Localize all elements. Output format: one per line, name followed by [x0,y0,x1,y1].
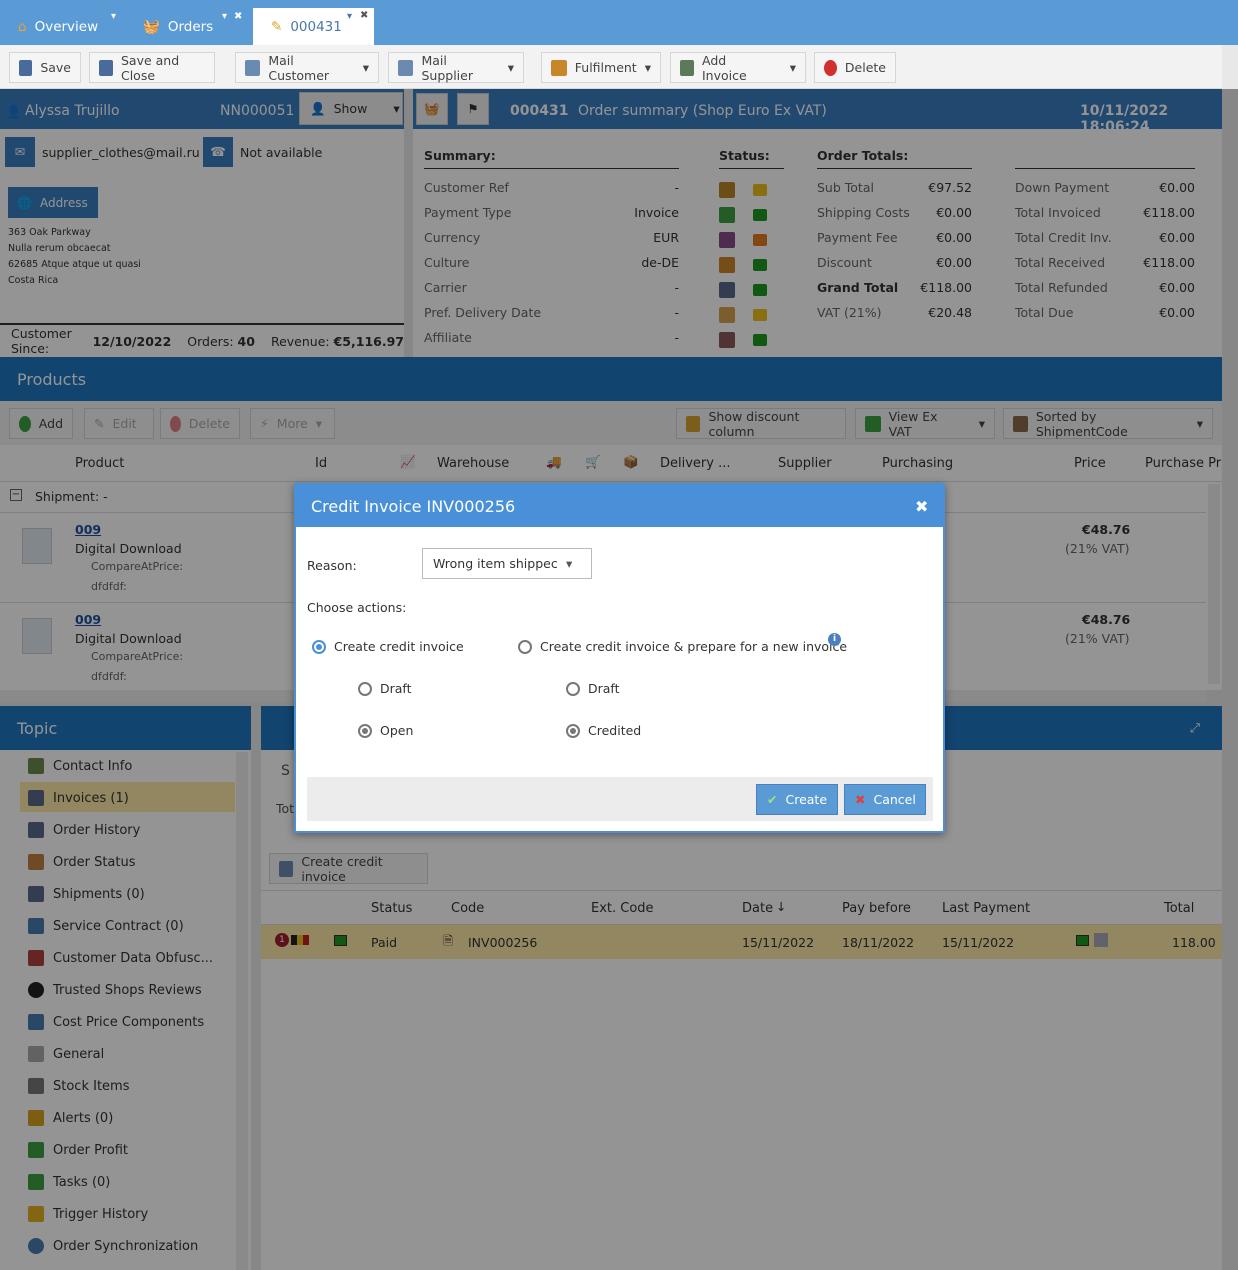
radio-selected[interactable] [566,723,580,738]
chevron-down-icon: ▾ [789,60,796,75]
order-icon: ✎ [271,18,283,35]
option-draft-2[interactable]: Draft [566,681,620,696]
reason-label: Reason: [307,558,357,573]
choose-actions-label: Choose actions: [307,600,407,615]
chevron-down-icon: ▾ [362,60,369,75]
credit-invoice-dialog: Credit Invoice INV000256 ✖ Reason: Wrong… [294,483,945,833]
option-create-credit-new-invoice[interactable]: Create credit invoice & prepare for a ne… [518,639,847,654]
home-icon: ⌂ [18,18,27,35]
box-icon [551,59,567,76]
radio-unselected[interactable] [518,639,532,654]
option-draft-1[interactable]: Draft [358,681,412,696]
cancel-button[interactable]: ✖ Cancel [844,784,926,815]
radio-unselected[interactable] [566,681,580,696]
chevron-down-icon: ▾ [507,60,514,75]
mail-icon [245,59,261,76]
chevron-down-icon: ▾ [644,60,651,75]
floppy-icon [19,59,33,76]
check-icon: ✔ [767,792,778,807]
close-icon[interactable]: ✖ [234,11,242,22]
radio-unselected[interactable] [358,681,372,696]
dialog-title: Credit Invoice INV000256 [296,485,943,527]
dialog-footer [307,777,933,821]
cross-icon: ✖ [855,792,866,807]
radio-selected[interactable] [358,723,372,738]
basket-icon: 🧺 [143,18,160,35]
option-create-credit[interactable]: Create credit invoice [312,639,464,654]
floppy-icon [99,59,113,76]
close-icon[interactable]: ✖ [915,497,928,516]
mail-customer-button[interactable]: Mail Customer ▾ [235,52,379,83]
save-button[interactable]: Save [9,52,81,83]
fulfilment-button[interactable]: Fulfilment ▾ [541,52,661,83]
chevron-down-icon: ▾ [566,556,573,571]
chevron-down-icon[interactable]: ▾ [347,11,352,22]
close-icon[interactable]: ✖ [360,10,368,21]
add-invoice-button[interactable]: Add Invoice ▾ [670,52,806,83]
option-open[interactable]: Open [358,723,413,738]
info-icon[interactable]: i [828,633,841,646]
create-button[interactable]: ✔ Create [756,784,838,815]
mail-supplier-button[interactable]: Mail Supplier ▾ [388,52,524,83]
reason-select[interactable]: Wrong item shippec ▾ [422,548,592,579]
delete-button[interactable]: Delete [814,52,896,83]
delete-icon [824,59,837,76]
invoice-icon [680,59,694,76]
mail-icon [398,59,414,76]
radio-selected[interactable] [312,639,326,654]
save-close-button[interactable]: Save and Close [89,52,215,83]
chevron-down-icon[interactable]: ▾ [111,11,116,22]
tab-order-000431[interactable]: ✎ 000431 [253,8,374,45]
option-credited[interactable]: Credited [566,723,641,738]
tab-overview[interactable]: ⌂ Overview [0,8,125,45]
chevron-down-icon[interactable]: ▾ [222,11,227,22]
